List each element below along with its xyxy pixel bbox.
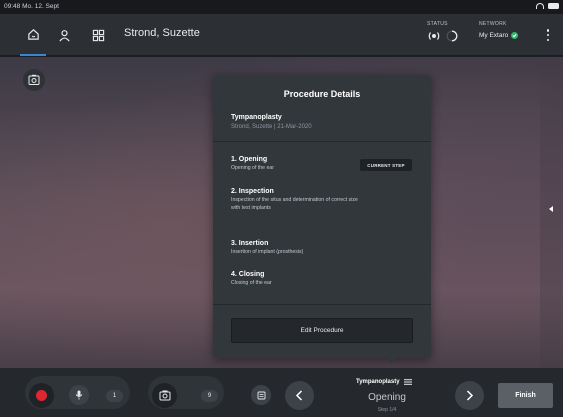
record-icon [36,390,47,401]
status-indicator[interactable]: STATUS [427,21,458,42]
battery-icon [548,3,559,9]
list-icon [403,379,412,385]
capture-photo-button[interactable] [152,383,177,408]
step-description: Closing of the ear [231,280,272,286]
chevron-right-icon [466,390,474,401]
procedure-details-panel: Procedure Details Tympanoplasty Strond, … [213,75,431,358]
recording-signal-icon [428,32,440,40]
step-description: Insertion of implant (prosthesis) [231,249,304,255]
nav-apps-button[interactable] [85,14,111,56]
current-step-badge: CURRENT STEP [360,159,412,171]
step-item[interactable]: 4. Closing Closing of the ear [231,271,361,288]
procedure-name: Tympanoplasty [231,114,282,121]
microphone-icon [75,390,83,400]
panel-pointer [386,358,396,364]
more-vertical-icon[interactable] [543,26,553,44]
camera-icon [159,390,170,401]
camera-screen-icon [28,74,40,85]
system-status-bar: 09:48 Mo. 12. Sept [0,0,563,14]
record-button[interactable] [29,383,54,408]
divider [213,141,431,142]
edit-procedure-button[interactable]: Edit Procedure [231,318,413,343]
microphone-button[interactable] [69,385,89,405]
network-indicator[interactable]: NETWORK My Extaro [479,21,519,39]
finish-button[interactable]: Finish [498,383,553,408]
grid-icon [92,29,104,41]
system-indicators [536,3,559,9]
previous-step-button[interactable] [285,381,314,410]
step-title: 3. Insertion [231,240,269,247]
network-name: My Extaro [479,32,509,39]
procedure-subtitle: Strond, Suzette | 21-Mar-2020 [231,124,312,130]
status-label: STATUS [427,21,448,27]
side-panel-strip[interactable] [540,57,563,368]
step-item[interactable]: 2. Inspection Inspection of the situs an… [231,188,361,213]
current-procedure-name: Tympanoplasty [356,379,400,385]
patient-name: Strond, Suzette [124,27,200,39]
home-icon [27,28,39,40]
network-label: NETWORK [479,21,507,27]
notes-icon [257,391,265,399]
current-step-name: Opening [368,392,406,403]
panel-title: Procedure Details [283,89,361,99]
procedure-step-selector[interactable]: Tympanoplasty [356,379,412,385]
nav-patient-button[interactable] [51,14,77,56]
notes-button[interactable] [251,385,271,405]
chevron-left-icon[interactable] [549,206,553,212]
storage-progress-icon [446,30,458,42]
step-title: 2. Inspection [231,188,274,195]
divider [213,304,431,305]
step-title: 1. Opening [231,156,268,163]
step-description: Inspection of the situs and determinatio… [231,197,358,211]
next-step-button[interactable] [455,381,484,410]
step-item[interactable]: 3. Insertion Insertion of implant (prost… [231,240,361,257]
photo-count: 9 [201,390,218,402]
chevron-left-icon [295,390,303,401]
nav-home-button[interactable] [20,14,46,56]
wifi-icon [536,3,544,9]
check-circle-icon [511,32,519,39]
microphone-count: 1 [106,390,123,402]
step-title: 4. Closing [231,271,265,278]
step-counter: Step 1/4 [377,407,397,413]
top-navigation-bar: Strond, Suzette STATUS NETWORK My Extaro [0,14,563,56]
user-icon [58,29,70,41]
step-description: Opening of the ear [231,165,274,171]
snapshot-button[interactable] [23,69,45,91]
system-time: 09:48 Mo. 12. Sept [4,3,59,10]
step-item[interactable]: 1. Opening Opening of the ear [231,156,361,173]
